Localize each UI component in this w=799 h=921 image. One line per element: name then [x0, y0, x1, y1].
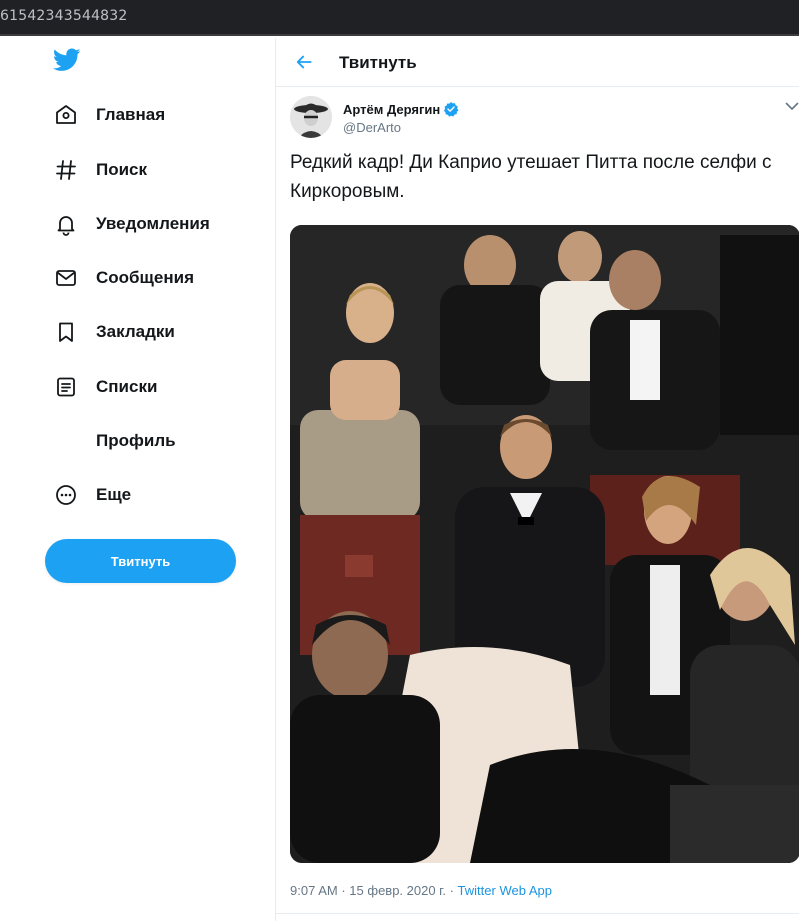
tweet-text: Редкий кадр! Ди Каприо утешает Питта пос…	[290, 152, 772, 202]
hashtag-icon	[52, 156, 80, 184]
page-title: Твитнуть	[339, 53, 417, 72]
tweet-time[interactable]: 9:07 AM	[290, 883, 338, 898]
sidebar-item-messages[interactable]: Сообщения	[52, 263, 194, 293]
tweet-meta: 9:07 AM · 15 февр. 2020 г. · Twitter Web…	[290, 883, 552, 898]
tweet-app-link[interactable]: Twitter Web App	[458, 883, 552, 898]
bell-icon	[52, 210, 80, 238]
author-name-row[interactable]: Артём Дерягин	[343, 101, 459, 117]
sidebar-item-label: Еще	[96, 485, 132, 504]
meta-separator: ·	[449, 883, 454, 898]
page-header: Твитнуть	[276, 38, 799, 87]
avatar[interactable]	[290, 96, 332, 138]
chevron-down-icon[interactable]	[785, 100, 799, 112]
list-icon	[52, 373, 80, 401]
sidebar-item-profile[interactable]: Профиль	[52, 426, 176, 456]
sidebar-item-more[interactable]: Еще	[52, 480, 131, 510]
sidebar-item-bookmarks[interactable]: Закладки	[52, 317, 175, 347]
verified-badge-icon	[444, 102, 459, 117]
sidebar-item-label: Закладки	[96, 322, 175, 341]
profile-icon-placeholder	[52, 427, 80, 455]
sidebar-item-label: Сообщения	[96, 268, 194, 287]
arrow-left-icon[interactable]	[294, 52, 314, 72]
tweet-button[interactable]: Твитнуть	[45, 539, 236, 583]
main-column: Твитнуть Артём Дерягин @DerArto Редкий к…	[276, 38, 799, 921]
sidebar-item-label: Уведомления	[96, 214, 210, 233]
sidebar-item-notifications[interactable]: Уведомления	[52, 209, 210, 239]
url-text: 61542343544832	[0, 8, 128, 24]
browser-address-bar[interactable]: 61542343544832	[0, 0, 799, 36]
author-name[interactable]: Артём Дерягин	[343, 102, 440, 117]
sidebar-item-label: Списки	[96, 377, 158, 396]
meta-separator: ·	[341, 883, 346, 898]
divider	[276, 913, 799, 914]
envelope-icon	[52, 264, 80, 292]
sidebar-item-label: Профиль	[96, 431, 176, 450]
tweet-date[interactable]: 15 февр. 2020 г.	[349, 883, 446, 898]
twitter-bird-icon[interactable]	[53, 48, 81, 72]
bookmark-icon	[52, 318, 80, 346]
more-circle-icon	[52, 481, 80, 509]
sidebar-item-search[interactable]: Поиск	[52, 155, 147, 185]
sidebar-item-label: Главная	[96, 105, 166, 124]
sidebar-item-label: Поиск	[96, 160, 148, 179]
sidebar-item-lists[interactable]: Списки	[52, 372, 157, 402]
author-handle[interactable]: @DerArto	[343, 120, 401, 135]
sidebar: Главная Поиск Уведомления Сообщения Закл…	[0, 38, 275, 921]
tweet-photo[interactable]	[290, 225, 799, 863]
sidebar-item-home[interactable]: Главная	[52, 100, 165, 130]
home-icon	[52, 101, 80, 129]
